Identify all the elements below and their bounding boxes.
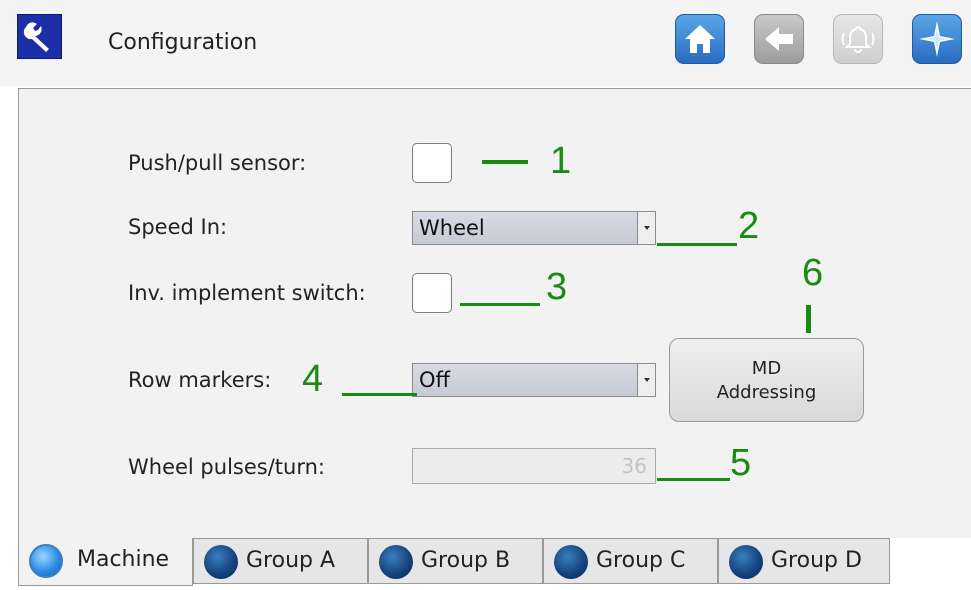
navigation-button[interactable] xyxy=(912,14,962,64)
annotation-line-1 xyxy=(482,160,528,164)
home-button[interactable] xyxy=(675,14,725,64)
md-button-line2: Addressing xyxy=(716,382,817,403)
annotation-line-2 xyxy=(657,243,737,246)
tab-label: Group D xyxy=(771,548,862,573)
inactive-orb-icon xyxy=(554,545,588,579)
annotation-3: 3 xyxy=(546,266,568,308)
annotation-line-5 xyxy=(657,478,730,481)
tab-group-d[interactable]: Group D xyxy=(718,538,890,584)
chevron-down-icon[interactable] xyxy=(637,364,655,396)
tab-machine[interactable]: Machine xyxy=(18,538,193,586)
wheel-pulses-field[interactable]: 36 xyxy=(412,448,656,484)
tab-group-c[interactable]: Group C xyxy=(543,538,718,584)
tab-label: Group A xyxy=(246,548,336,573)
inactive-orb-icon xyxy=(204,545,238,579)
annotation-1: 1 xyxy=(550,140,572,182)
home-icon xyxy=(685,25,715,53)
annotation-5: 5 xyxy=(730,442,752,484)
annotation-4: 4 xyxy=(302,358,324,400)
alarm-button[interactable] xyxy=(833,14,883,64)
push-pull-label: Push/pull sensor: xyxy=(128,151,307,175)
annotation-line-3 xyxy=(460,303,540,306)
md-addressing-button[interactable]: MD Addressing xyxy=(669,338,864,422)
speed-in-label: Speed In: xyxy=(128,215,228,239)
tab-group-a[interactable]: Group A xyxy=(193,538,368,584)
speed-in-select[interactable]: Wheel xyxy=(412,211,656,245)
inactive-orb-icon xyxy=(729,545,763,579)
push-pull-checkbox[interactable] xyxy=(412,143,452,183)
tab-label: Group B xyxy=(421,548,511,573)
row-markers-select[interactable]: Off xyxy=(412,363,656,397)
back-arrow-icon xyxy=(765,27,793,51)
tab-label: Machine xyxy=(77,547,170,572)
inv-switch-label: Inv. implement switch: xyxy=(128,281,366,305)
annotation-2: 2 xyxy=(738,205,760,247)
page-title: Configuration xyxy=(108,30,258,55)
inactive-orb-icon xyxy=(379,545,413,579)
wheel-pulses-label: Wheel pulses/turn: xyxy=(128,455,325,479)
wheel-pulses-value: 36 xyxy=(621,454,647,478)
chevron-down-icon[interactable] xyxy=(637,212,655,244)
tab-group-b[interactable]: Group B xyxy=(368,538,543,584)
annotation-line-6 xyxy=(806,305,811,333)
tab-label: Group C xyxy=(596,548,686,573)
back-button[interactable] xyxy=(754,14,804,64)
annotation-line-4 xyxy=(342,393,417,396)
row-markers-value: Off xyxy=(419,368,450,392)
speed-in-value: Wheel xyxy=(419,216,485,240)
wrench-icon[interactable] xyxy=(17,14,62,59)
header-bar: Configuration xyxy=(0,0,971,86)
inv-switch-checkbox[interactable] xyxy=(412,273,452,313)
active-orb-icon xyxy=(29,544,63,578)
alarm-bell-icon xyxy=(841,25,875,53)
row-markers-label: Row markers: xyxy=(128,368,272,392)
md-button-line1: MD xyxy=(751,358,782,379)
compass-icon xyxy=(919,21,955,57)
annotation-6: 6 xyxy=(802,252,824,294)
